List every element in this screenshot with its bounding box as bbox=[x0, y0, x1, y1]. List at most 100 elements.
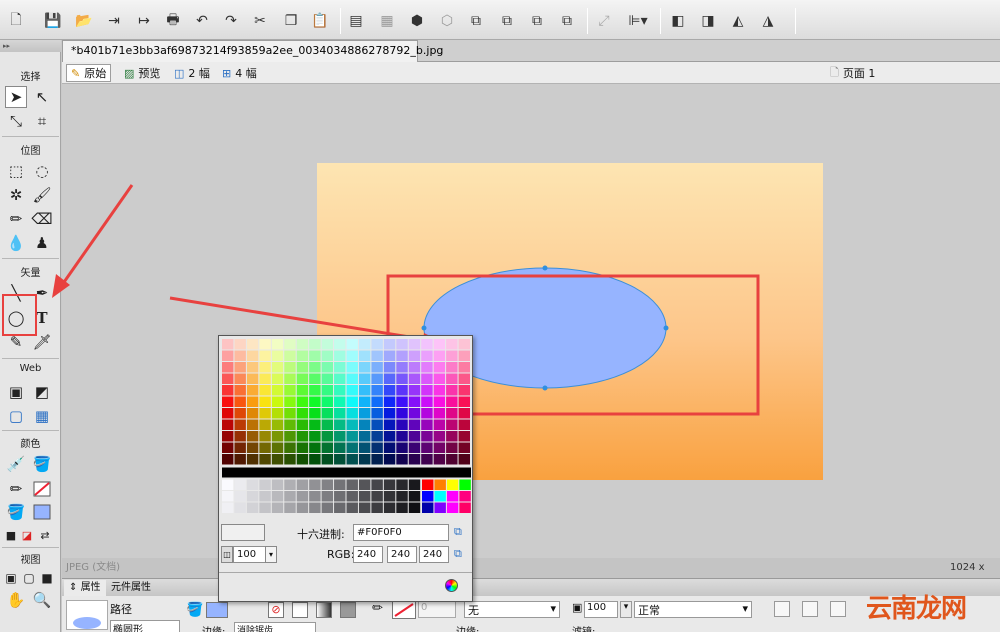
gray-swatch[interactable] bbox=[408, 479, 421, 491]
color-swatch[interactable] bbox=[458, 339, 470, 350]
gray-swatch[interactable] bbox=[246, 491, 259, 502]
gray-swatch[interactable] bbox=[371, 479, 383, 491]
color-swatch[interactable] bbox=[458, 419, 470, 431]
color-swatch[interactable] bbox=[334, 431, 346, 442]
color-swatch[interactable] bbox=[458, 373, 470, 385]
color-swatch[interactable] bbox=[383, 350, 396, 362]
gray-swatch[interactable] bbox=[321, 491, 334, 502]
color-swatch[interactable] bbox=[246, 442, 259, 454]
primary-swatch[interactable] bbox=[434, 491, 446, 502]
color-swatch[interactable] bbox=[358, 442, 371, 454]
color-swatch[interactable] bbox=[321, 339, 334, 350]
color-swatch[interactable] bbox=[234, 350, 246, 362]
color-swatch[interactable] bbox=[321, 408, 334, 419]
color-swatch[interactable] bbox=[259, 408, 271, 419]
color-swatch[interactable] bbox=[284, 408, 296, 419]
color-swatch[interactable] bbox=[371, 362, 383, 373]
color-swatch[interactable] bbox=[358, 454, 371, 465]
gray-swatch[interactable] bbox=[358, 479, 371, 491]
color-swatch[interactable] bbox=[458, 454, 470, 465]
color-swatch[interactable] bbox=[284, 350, 296, 362]
color-swatch[interactable] bbox=[346, 419, 358, 431]
color-swatch[interactable] bbox=[321, 385, 334, 396]
color-swatch[interactable] bbox=[396, 373, 408, 385]
gradient-fill-icon[interactable] bbox=[316, 602, 332, 618]
color-swatch[interactable] bbox=[408, 408, 421, 419]
color-swatch[interactable] bbox=[408, 339, 421, 350]
ellipse-handle-left[interactable] bbox=[421, 325, 427, 331]
color-swatch[interactable] bbox=[408, 454, 421, 465]
tab-symbol-properties[interactable]: 元件属性 bbox=[106, 580, 156, 596]
color-swatch[interactable] bbox=[334, 385, 346, 396]
color-swatch[interactable] bbox=[309, 442, 321, 454]
color-swatch[interactable] bbox=[458, 442, 470, 454]
gray-swatch[interactable] bbox=[408, 502, 421, 514]
color-swatch[interactable] bbox=[234, 408, 246, 419]
color-swatch-grid[interactable] bbox=[222, 339, 471, 518]
gray-swatch[interactable] bbox=[321, 502, 334, 514]
color-swatch[interactable] bbox=[346, 396, 358, 408]
primary-swatch[interactable] bbox=[446, 502, 459, 514]
color-swatch[interactable] bbox=[259, 431, 271, 442]
gray-swatch[interactable] bbox=[383, 479, 396, 491]
primary-swatch[interactable] bbox=[446, 479, 459, 491]
color-swatch[interactable] bbox=[408, 442, 421, 454]
primary-swatch[interactable] bbox=[434, 502, 446, 514]
color-swatch[interactable] bbox=[284, 385, 296, 396]
color-swatch[interactable] bbox=[271, 385, 284, 396]
gray-swatch[interactable] bbox=[246, 479, 259, 491]
color-swatch[interactable] bbox=[321, 396, 334, 408]
color-swatch[interactable] bbox=[246, 339, 259, 350]
color-swatch[interactable] bbox=[433, 454, 446, 465]
color-swatch[interactable] bbox=[433, 419, 446, 431]
color-swatch[interactable] bbox=[321, 431, 334, 442]
opacity-field[interactable]: 100 bbox=[584, 601, 618, 618]
color-swatch[interactable] bbox=[234, 431, 246, 442]
color-swatch[interactable] bbox=[396, 396, 408, 408]
color-swatch[interactable] bbox=[408, 350, 421, 362]
color-swatch[interactable] bbox=[259, 362, 271, 373]
gray-swatch[interactable] bbox=[334, 479, 346, 491]
gray-swatch[interactable] bbox=[396, 502, 408, 514]
color-swatch[interactable] bbox=[259, 385, 271, 396]
color-swatch[interactable] bbox=[358, 396, 371, 408]
color-swatch[interactable] bbox=[408, 419, 421, 431]
gray-swatch[interactable] bbox=[346, 491, 358, 502]
copy-rgb-icon[interactable]: ⧉ bbox=[454, 547, 462, 561]
color-swatch[interactable] bbox=[234, 385, 246, 396]
hex-input[interactable]: #F0F0F0 bbox=[353, 524, 449, 541]
color-swatch[interactable] bbox=[321, 419, 334, 431]
color-swatch[interactable] bbox=[334, 362, 346, 373]
color-swatch[interactable] bbox=[284, 339, 296, 350]
color-swatch[interactable] bbox=[446, 385, 458, 396]
color-swatch[interactable] bbox=[371, 396, 383, 408]
color-swatch[interactable] bbox=[446, 362, 458, 373]
color-swatch[interactable] bbox=[296, 419, 309, 431]
filter-button-3[interactable] bbox=[830, 601, 846, 617]
color-swatch[interactable] bbox=[408, 431, 421, 442]
color-swatch[interactable] bbox=[271, 396, 284, 408]
gray-swatch[interactable] bbox=[296, 502, 309, 514]
color-swatch[interactable] bbox=[259, 339, 271, 350]
gray-swatch[interactable] bbox=[383, 491, 396, 502]
gray-swatch[interactable] bbox=[234, 502, 246, 514]
alpha-input[interactable]: 100 bbox=[233, 546, 267, 563]
color-wheel-icon[interactable] bbox=[445, 579, 458, 592]
color-swatch[interactable] bbox=[271, 419, 284, 431]
color-swatch[interactable] bbox=[259, 419, 271, 431]
color-swatch[interactable] bbox=[371, 408, 383, 419]
color-swatch[interactable] bbox=[421, 419, 433, 431]
color-swatch[interactable] bbox=[371, 385, 383, 396]
color-swatch[interactable] bbox=[383, 339, 396, 350]
gray-swatch[interactable] bbox=[284, 491, 296, 502]
color-swatch[interactable] bbox=[271, 350, 284, 362]
gray-swatch[interactable] bbox=[371, 491, 383, 502]
color-swatch[interactable] bbox=[446, 419, 458, 431]
color-swatch[interactable] bbox=[446, 431, 458, 442]
color-swatch[interactable] bbox=[446, 350, 458, 362]
color-swatch[interactable] bbox=[309, 385, 321, 396]
color-swatch[interactable] bbox=[309, 431, 321, 442]
primary-swatch[interactable] bbox=[422, 491, 434, 502]
color-swatch[interactable] bbox=[383, 408, 396, 419]
edge-select[interactable]: 消除锯齿 bbox=[234, 622, 316, 632]
